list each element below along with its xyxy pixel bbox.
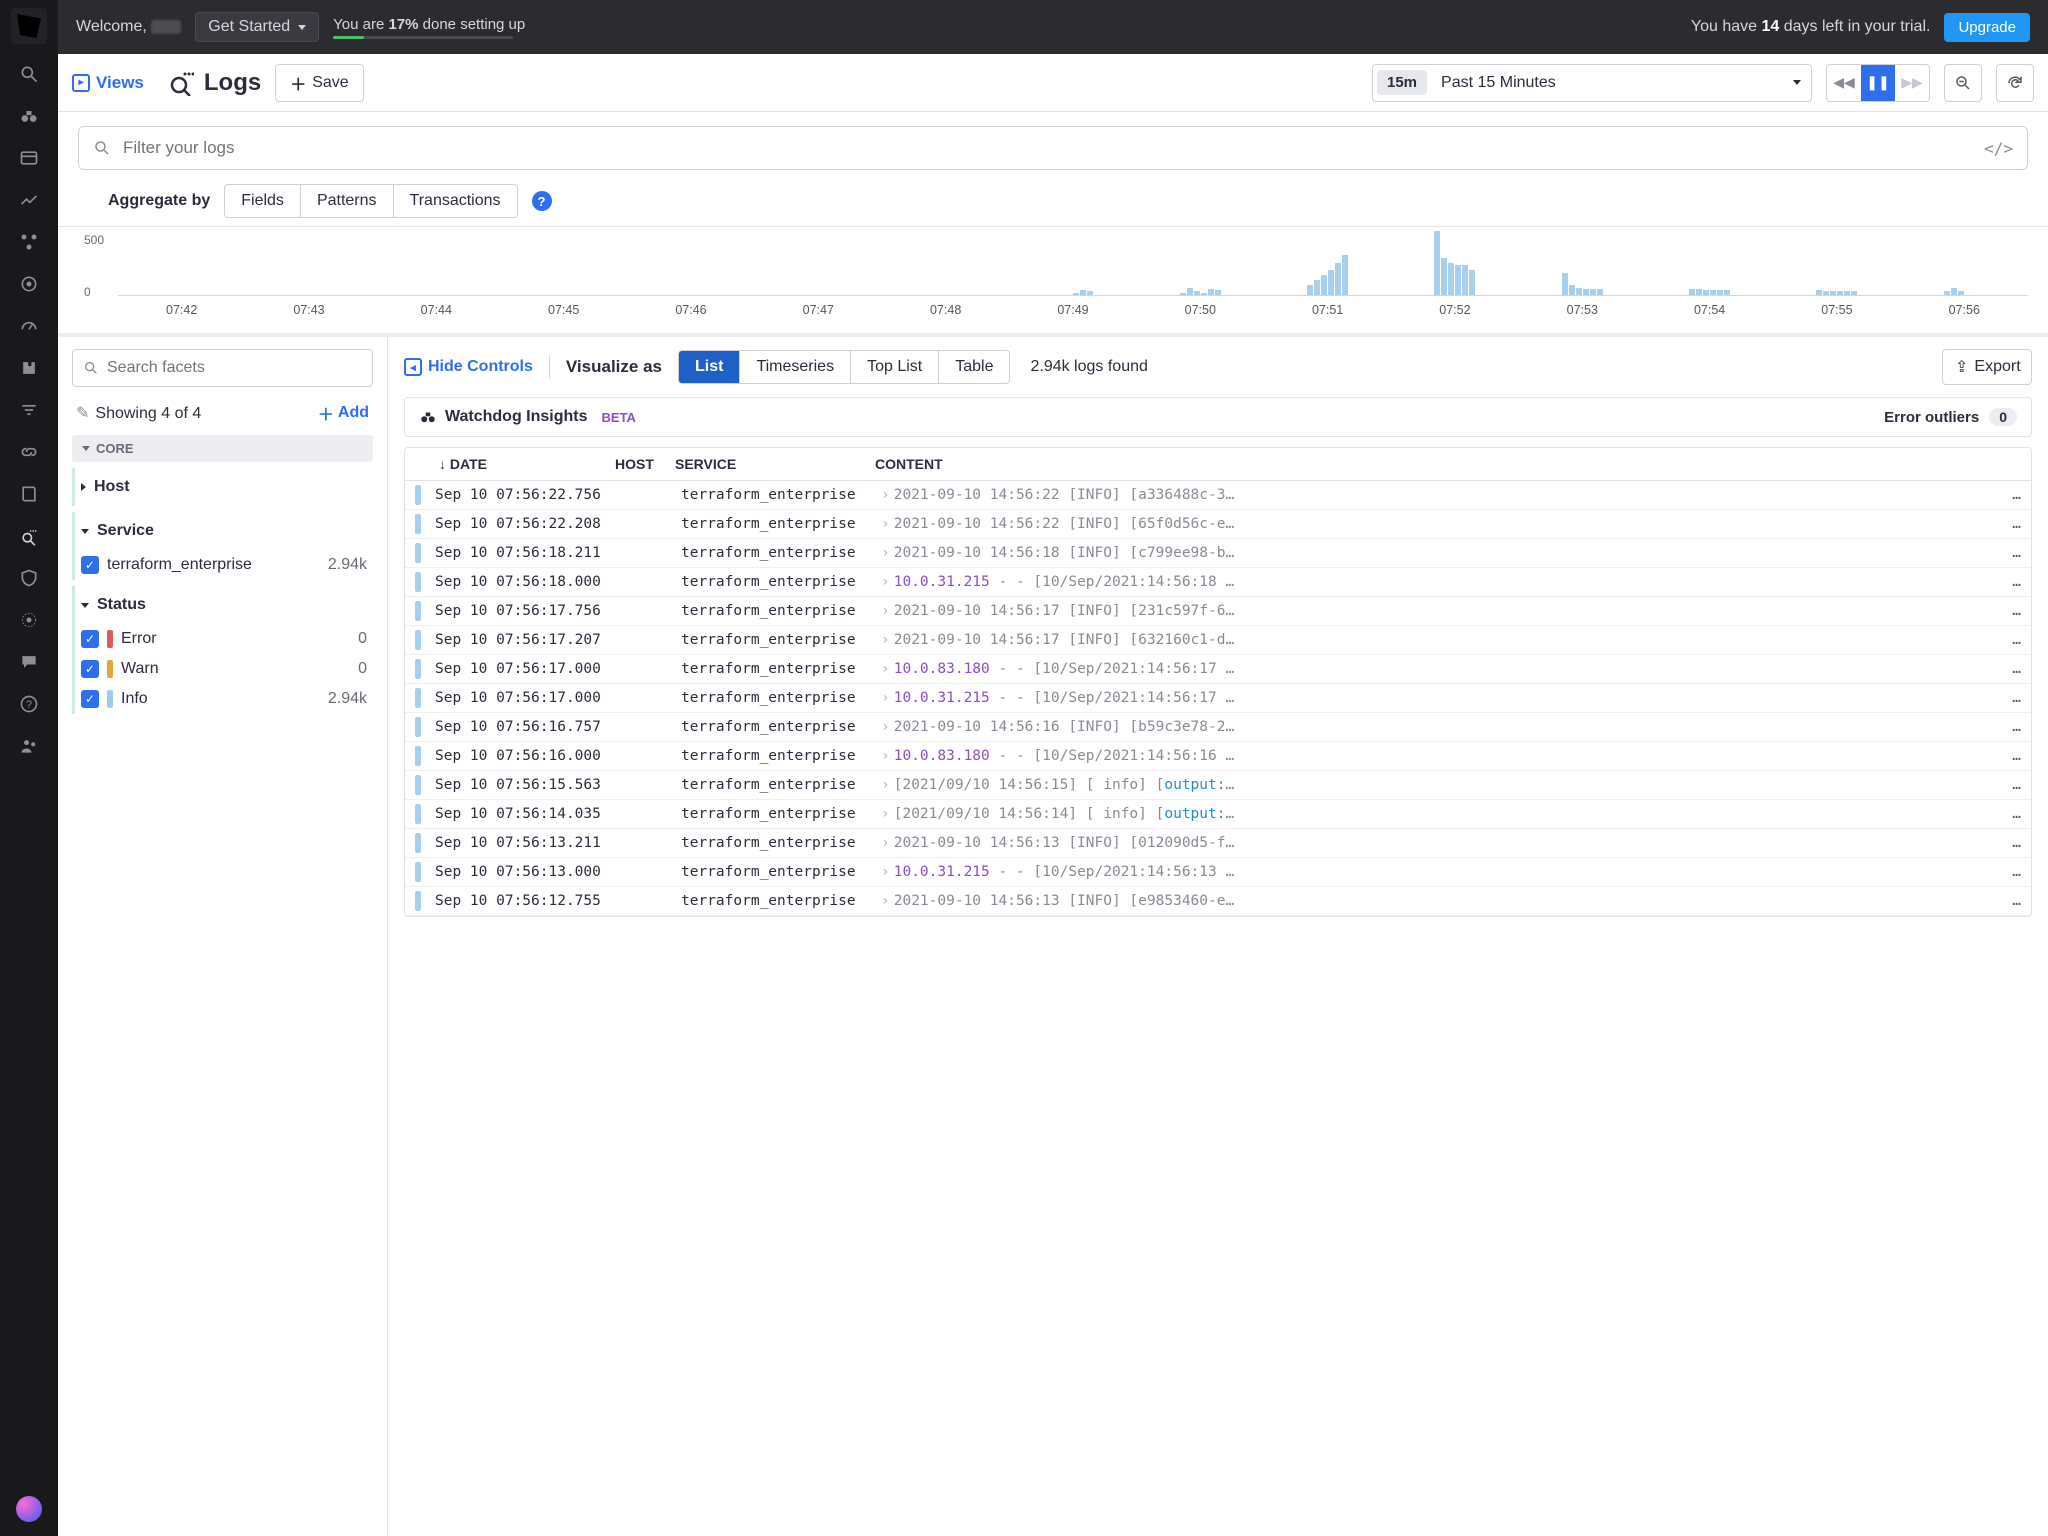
facets-sidebar: ✎ Showing 4 of 4 ＋Add CORE Host Service ✓… xyxy=(58,337,388,1536)
vis-tab-toplist[interactable]: Top List xyxy=(851,351,939,383)
add-facet-button[interactable]: ＋Add xyxy=(318,401,369,425)
setup-progress[interactable]: You are 17% done setting up xyxy=(333,16,525,39)
col-service[interactable]: SERVICE xyxy=(675,456,875,472)
globe-icon[interactable] xyxy=(17,608,41,632)
vis-tab-table[interactable]: Table xyxy=(939,351,1009,383)
filter-icon[interactable] xyxy=(17,398,41,422)
col-content[interactable]: CONTENT xyxy=(875,456,2021,472)
log-row[interactable]: Sep 10 07:56:16.000terraform_enterprise›… xyxy=(405,742,2031,771)
infrastructure-icon[interactable] xyxy=(17,230,41,254)
facet-value-status[interactable]: ✓Info2.94k xyxy=(75,684,373,714)
facet-host[interactable]: Host xyxy=(75,468,373,506)
log-row[interactable]: Sep 10 07:56:17.000terraform_enterprise›… xyxy=(405,684,2031,713)
chat-icon[interactable] xyxy=(17,650,41,674)
export-button[interactable]: ⇪ Export xyxy=(1942,349,2032,385)
error-outliers-label: Error outliers xyxy=(1884,409,1979,426)
log-table: ↓ DATE HOST SERVICE CONTENT Sep 10 07:56… xyxy=(404,447,2032,917)
gauge-icon[interactable] xyxy=(17,314,41,338)
upgrade-button[interactable]: Upgrade xyxy=(1944,13,2030,42)
vis-tab-timeseries[interactable]: Timeseries xyxy=(740,351,851,383)
log-row[interactable]: Sep 10 07:56:18.000terraform_enterprise›… xyxy=(405,568,2031,597)
agg-tab-fields[interactable]: Fields xyxy=(225,185,301,217)
timerange-picker[interactable]: 15m Past 15 Minutes xyxy=(1372,64,1812,102)
vis-tab-list[interactable]: List xyxy=(679,351,740,383)
aggregate-label: Aggregate by xyxy=(108,192,210,210)
log-row[interactable]: Sep 10 07:56:17.207terraform_enterprise›… xyxy=(405,626,2031,655)
help-icon[interactable]: ? xyxy=(17,692,41,716)
visualize-label: Visualize as xyxy=(566,357,662,377)
col-host[interactable]: HOST xyxy=(615,456,675,472)
dashboard-icon[interactable] xyxy=(17,146,41,170)
team-icon[interactable] xyxy=(17,734,41,758)
visualize-tabs: List Timeseries Top List Table xyxy=(678,350,1010,384)
binoculars-icon[interactable] xyxy=(17,104,41,128)
save-button[interactable]: ＋Save xyxy=(275,64,363,102)
welcome-text: Welcome, xyxy=(76,18,181,36)
log-row[interactable]: Sep 10 07:56:15.563terraform_enterprise›… xyxy=(405,771,2031,800)
stream-controls: ◀◀ ❚❚ ▶▶ xyxy=(1826,64,1930,102)
trial-text: You have 14 days left in your trial. xyxy=(1691,18,1931,36)
facet-value-status[interactable]: ✓Warn0 xyxy=(75,654,373,684)
results-pane: ◂Hide Controls Visualize as List Timeser… xyxy=(388,337,2048,1536)
chart-icon[interactable] xyxy=(17,188,41,212)
log-row[interactable]: Sep 10 07:56:16.757terraform_enterprise›… xyxy=(405,713,2031,742)
log-row[interactable]: Sep 10 07:56:17.756terraform_enterprise›… xyxy=(405,597,2031,626)
core-section-header[interactable]: CORE xyxy=(72,435,373,462)
facet-status[interactable]: Status xyxy=(75,586,373,624)
log-row[interactable]: Sep 10 07:56:18.211terraform_enterprise›… xyxy=(405,539,2031,568)
search-icon xyxy=(93,139,111,157)
log-row[interactable]: Sep 10 07:56:14.035terraform_enterprise›… xyxy=(405,800,2031,829)
facet-value-status[interactable]: ✓Error0 xyxy=(75,624,373,654)
zoom-out-button[interactable] xyxy=(1944,64,1982,102)
logs-nav-icon[interactable] xyxy=(17,524,41,548)
target-icon[interactable] xyxy=(17,272,41,296)
error-outliers-count: 0 xyxy=(1989,408,2017,426)
facet-search-input[interactable] xyxy=(72,349,373,387)
log-row[interactable]: Sep 10 07:56:22.756terraform_enterprise›… xyxy=(405,481,2031,510)
help-icon[interactable]: ? xyxy=(532,191,552,211)
get-started-dropdown[interactable]: Get Started xyxy=(195,12,319,42)
page-toolbar: ▸Views Logs ＋Save 15m Past 15 Minutes ◀◀… xyxy=(58,54,2048,112)
facet-value-service[interactable]: ✓terraform_enterprise2.94k xyxy=(75,550,373,580)
code-mode-icon[interactable]: </> xyxy=(1984,139,2013,158)
log-row[interactable]: Sep 10 07:56:13.211terraform_enterprise›… xyxy=(405,829,2031,858)
agg-tab-patterns[interactable]: Patterns xyxy=(301,185,394,217)
log-row[interactable]: Sep 10 07:56:17.000terraform_enterprise›… xyxy=(405,655,2031,684)
book-icon[interactable] xyxy=(17,482,41,506)
svg-text:?: ? xyxy=(26,699,32,711)
log-search-input[interactable]: </> xyxy=(78,126,2028,170)
aggregate-tabs: Fields Patterns Transactions xyxy=(224,184,517,218)
search-icon[interactable] xyxy=(17,62,41,86)
facet-service[interactable]: Service xyxy=(75,512,373,550)
log-row[interactable]: Sep 10 07:56:12.755terraform_enterprise›… xyxy=(405,887,2031,916)
puzzle-icon[interactable] xyxy=(17,356,41,380)
forward-button[interactable]: ▶▶ xyxy=(1895,65,1929,101)
binoculars-icon xyxy=(419,408,437,426)
pause-button[interactable]: ❚❚ xyxy=(1861,65,1895,101)
page-title: Logs xyxy=(168,69,261,97)
datadog-logo[interactable] xyxy=(11,8,47,44)
logs-found-count: 2.94k logs found xyxy=(1030,358,1147,376)
trial-topbar: Welcome, Get Started You are 17% done se… xyxy=(58,0,2048,54)
histogram[interactable]: 5000 07:4207:4307:4407:4507:4607:4707:48… xyxy=(58,227,2048,337)
hide-controls-button[interactable]: ◂Hide Controls xyxy=(404,358,533,376)
search-area: </> Aggregate by Fields Patterns Transac… xyxy=(58,112,2048,227)
shield-icon[interactable] xyxy=(17,566,41,590)
log-row[interactable]: Sep 10 07:56:13.000terraform_enterprise›… xyxy=(405,858,2031,887)
col-date[interactable]: ↓ DATE xyxy=(415,456,615,472)
watchdog-insights[interactable]: Watchdog InsightsBETA Error outliers 0 xyxy=(404,397,2032,437)
agg-tab-transactions[interactable]: Transactions xyxy=(394,185,517,217)
pencil-icon[interactable]: ✎ xyxy=(76,405,89,422)
showing-count: Showing 4 of 4 xyxy=(95,405,201,422)
refresh-button[interactable] xyxy=(1996,64,2034,102)
link-icon[interactable] xyxy=(17,440,41,464)
logs-icon xyxy=(168,70,194,96)
views-button[interactable]: ▸Views xyxy=(72,73,144,93)
rewind-button[interactable]: ◀◀ xyxy=(1827,65,1861,101)
log-row[interactable]: Sep 10 07:56:22.208terraform_enterprise›… xyxy=(405,510,2031,539)
nav-rail: ? xyxy=(0,0,58,1536)
user-avatar[interactable] xyxy=(16,1496,42,1522)
